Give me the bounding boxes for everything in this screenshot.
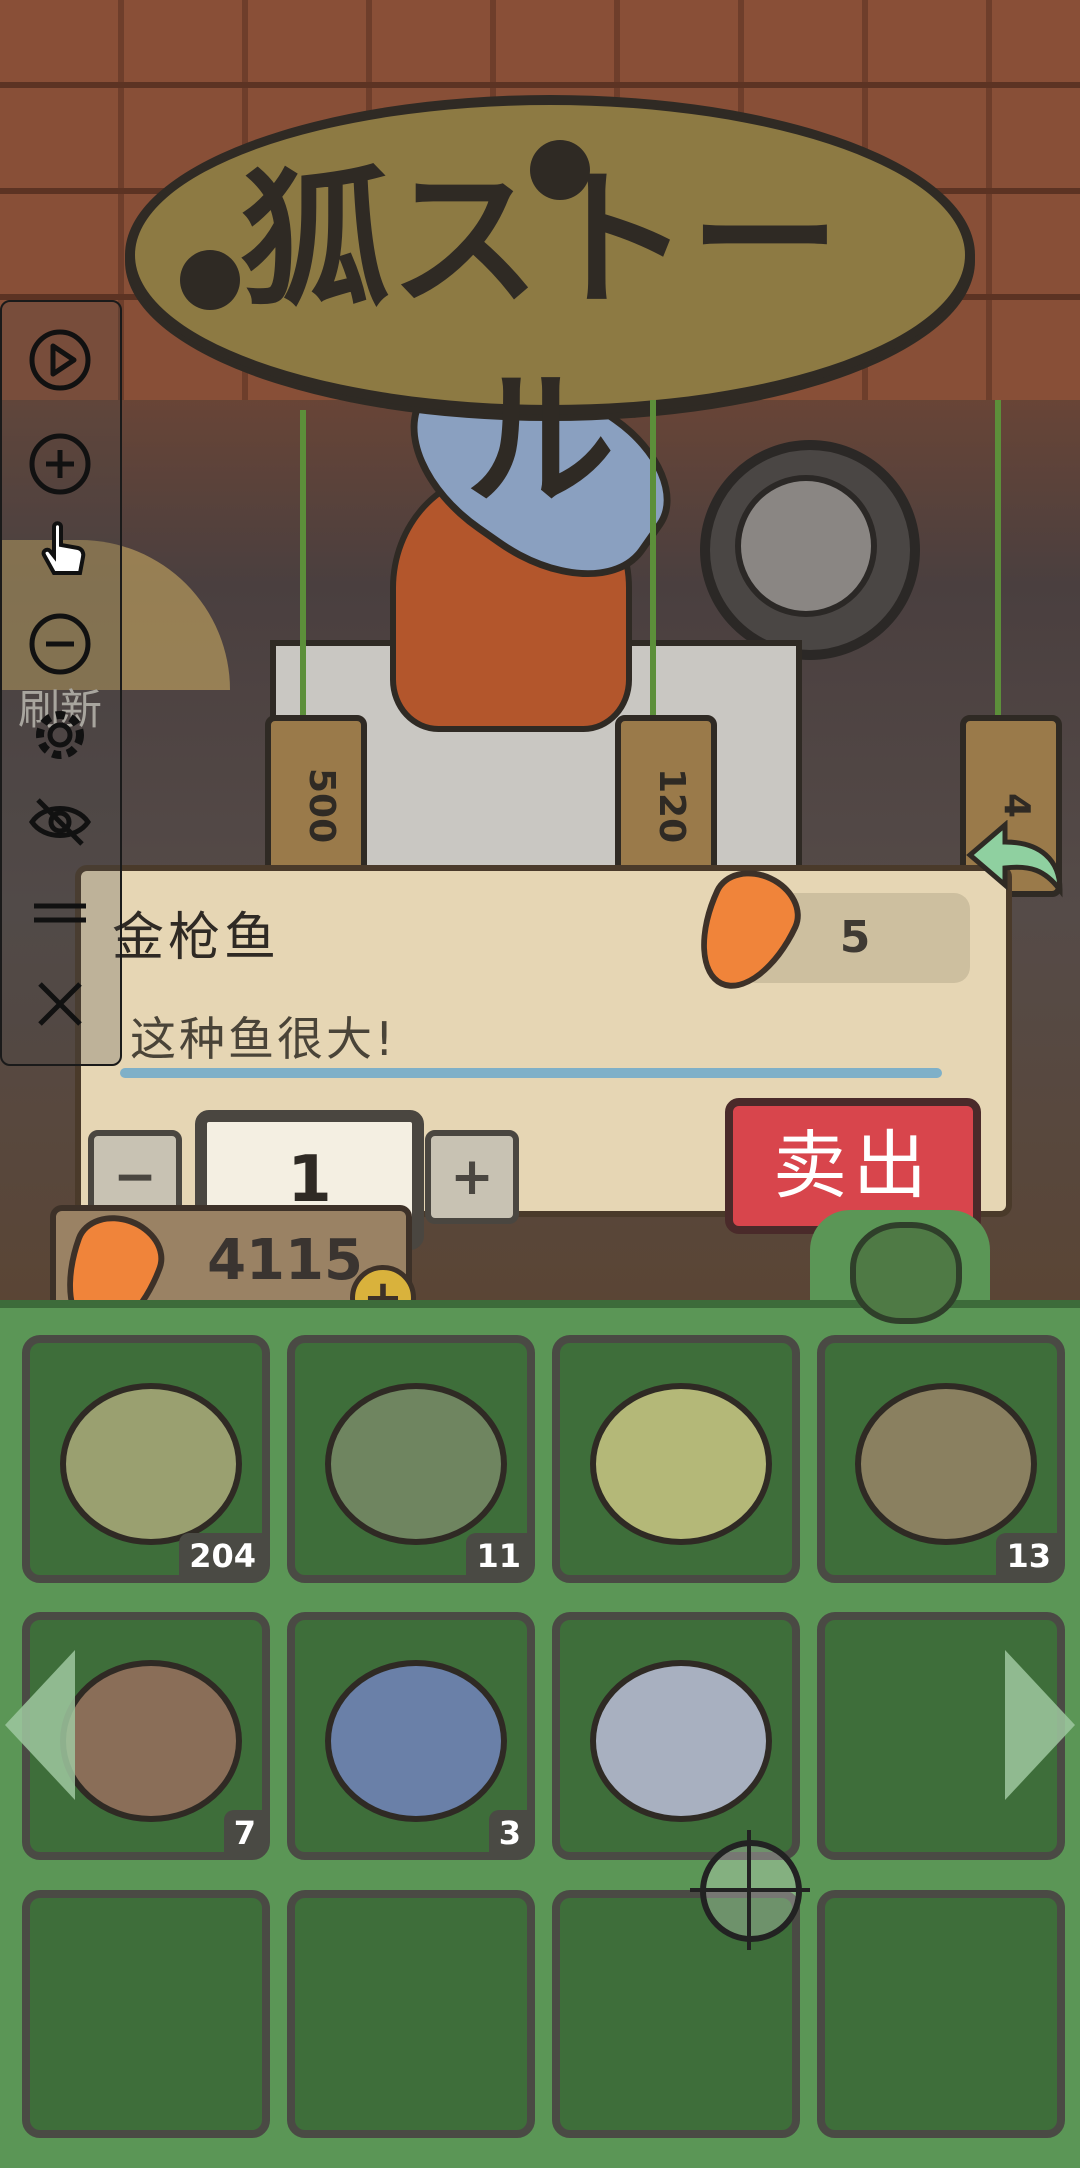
bass-icon (325, 1383, 507, 1545)
tag-rope (650, 400, 656, 720)
item-count: 204 (179, 1533, 266, 1579)
fish-description: 这种鱼很大! (130, 1012, 397, 1066)
catfish-icon (60, 1383, 242, 1545)
inventory-slot[interactable] (552, 1335, 800, 1583)
clock-face (735, 475, 877, 617)
paw-print-icon (530, 140, 590, 200)
inventory-slot[interactable]: 11 (287, 1335, 535, 1583)
item-count: 11 (466, 1533, 531, 1579)
inventory-slot[interactable]: 13 (817, 1335, 1065, 1583)
inventory-slot[interactable]: 204 (22, 1335, 270, 1583)
inventory-slot[interactable] (287, 1890, 535, 2138)
item-count: 7 (223, 1810, 266, 1856)
unit-price: 5 (839, 912, 871, 963)
pufferfish-icon (590, 1383, 772, 1545)
triggerfish-icon (590, 1660, 772, 1822)
increase-quantity-button[interactable]: + (425, 1130, 519, 1224)
zoom-out-icon[interactable] (28, 612, 92, 676)
item-count: 3 (488, 1810, 531, 1856)
tuna-icon (325, 1660, 507, 1822)
touch-icon[interactable] (28, 515, 92, 579)
carp-icon (855, 1383, 1037, 1545)
play-icon[interactable] (28, 328, 92, 392)
hide-icon[interactable] (28, 790, 92, 854)
settings-icon[interactable] (28, 703, 92, 767)
item-count: 13 (996, 1533, 1061, 1579)
inventory-slot[interactable] (22, 1890, 270, 2138)
inventory-slot[interactable] (552, 1612, 800, 1860)
fish-name: 金枪鱼 (112, 908, 281, 968)
flounder-icon (60, 1660, 242, 1822)
bag-icon[interactable] (850, 1222, 962, 1324)
tag-rope (995, 400, 1001, 720)
description-divider (120, 1068, 942, 1078)
crosshair-line (747, 1830, 751, 1950)
back-arrow-icon[interactable] (960, 820, 1070, 900)
tag-rope (300, 410, 306, 720)
zoom-in-icon[interactable] (28, 432, 92, 496)
close-icon[interactable] (28, 972, 92, 1036)
floating-toolbar (0, 300, 122, 1066)
menu-icon[interactable] (28, 882, 92, 946)
inventory-slot[interactable] (817, 1890, 1065, 2138)
inventory-slot[interactable]: 3 (287, 1612, 535, 1860)
paw-print-icon (180, 250, 240, 310)
